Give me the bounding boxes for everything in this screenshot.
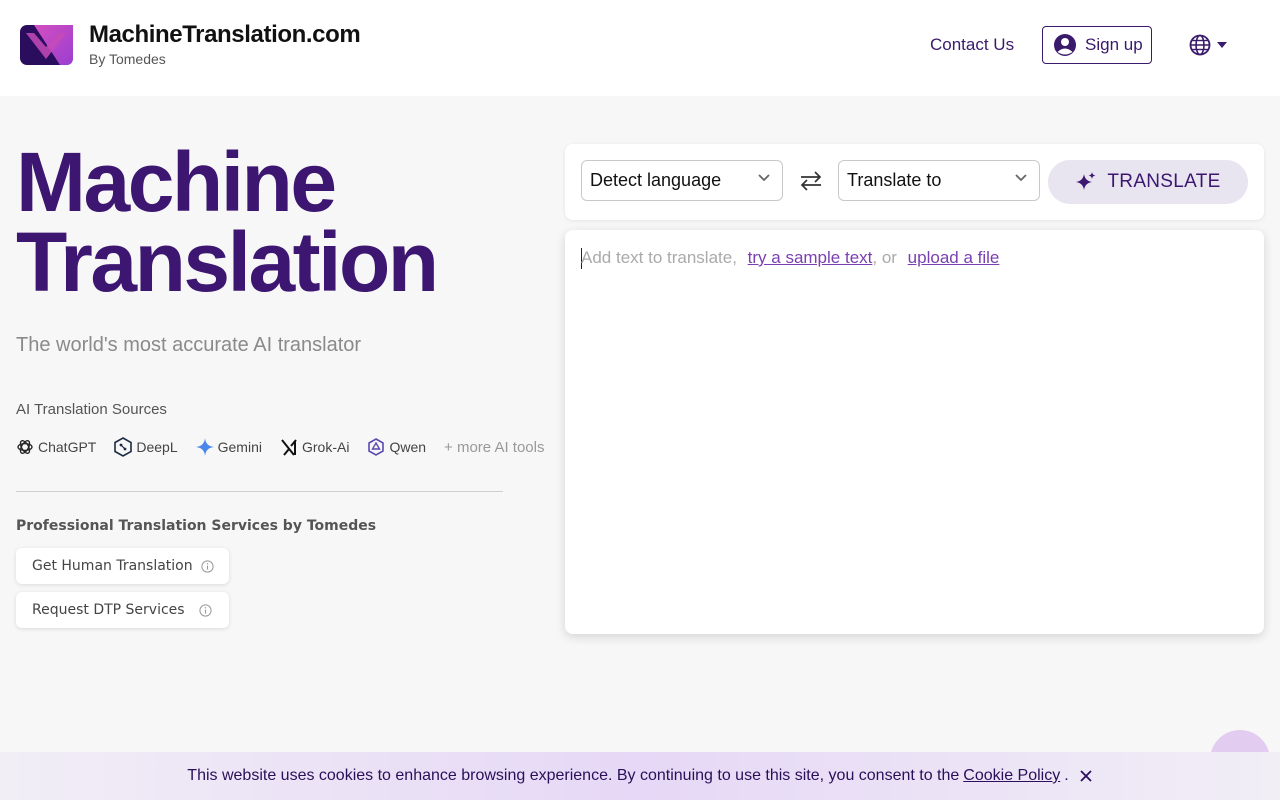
signup-button[interactable]: Sign up [1042, 26, 1152, 64]
source-label: Qwen [389, 439, 427, 455]
title-line-2: Translation [16, 215, 439, 309]
chevron-down-icon [758, 174, 770, 182]
gemini-icon [195, 438, 214, 456]
grok-icon [281, 439, 297, 456]
source-language-value: Detect language [590, 170, 722, 190]
source-label: Grok-Ai [301, 439, 350, 455]
get-human-translation-button[interactable]: Get Human Translation [16, 548, 229, 584]
contact-us-link[interactable]: Contact Us [930, 35, 1014, 55]
human-translation-label: Get Human Translation [32, 558, 193, 574]
info-icon[interactable] [201, 559, 214, 573]
cookie-banner: This website uses cookies to enhance bro… [0, 752, 1280, 800]
source-deepl: DeepL [114, 437, 178, 457]
or-text: , or [872, 248, 897, 267]
cookie-policy-link[interactable]: Cookie Policy [963, 767, 1060, 785]
source-grok: Grok-Ai [280, 438, 349, 456]
source-text-editor[interactable]: Add text to translate, try a sample text… [565, 230, 1264, 634]
machinetranslation-logo[interactable] [20, 25, 73, 65]
hero-subtitle: The world's most accurate AI translator [16, 334, 362, 356]
chevron-down-icon [1015, 174, 1027, 182]
section-divider [16, 491, 503, 492]
site-header: MachineTranslation.com By Tomedes Contac… [0, 0, 1280, 96]
ai-sources-label: AI Translation Sources [16, 401, 167, 418]
upload-file-link[interactable]: upload a file [908, 248, 1000, 267]
translate-button[interactable]: TRANSLATE [1048, 160, 1248, 204]
globe-icon [1189, 34, 1211, 56]
placeholder-text: Add text to translate, [581, 248, 737, 267]
brand-subtitle: By Tomedes [89, 51, 166, 67]
source-chatgpt: ChatGPT [16, 438, 96, 456]
source-label: Gemini [217, 439, 262, 455]
page-title: Machine Translation [16, 135, 536, 309]
qwen-icon [368, 438, 385, 456]
pro-services-label: Professional Translation Services by Tom… [16, 518, 377, 534]
target-language-value: Translate to [847, 170, 942, 190]
chatgpt-icon [17, 440, 33, 454]
request-dtp-services-button[interactable]: Request DTP Services [16, 592, 229, 628]
source-label: DeepL [136, 439, 178, 455]
cookie-message: This website uses cookies to enhance bro… [187, 767, 960, 784]
cookie-period: . [1064, 767, 1069, 784]
source-gemini: Gemini [195, 438, 262, 456]
dtp-services-label: Request DTP Services [32, 602, 185, 618]
swap-languages-icon[interactable] [798, 170, 824, 192]
deepl-icon [114, 437, 133, 457]
translation-toolbar: Detect language Translate to TRANSLATE [565, 144, 1264, 220]
more-ai-tools-link[interactable]: + more AI tools [444, 439, 544, 456]
title-line-1: Machine [16, 135, 337, 229]
close-cookie-banner-button[interactable] [1079, 769, 1093, 783]
ai-sources-list: ChatGPT DeepL Gemini Grok-Ai Qwen + more… [16, 436, 544, 458]
editor-placeholder: Add text to translate, try a sample text… [581, 248, 999, 268]
close-icon [1080, 770, 1092, 782]
info-icon[interactable] [198, 603, 212, 617]
caret-down-icon [1217, 42, 1227, 48]
translate-label: TRANSLATE [1107, 171, 1221, 192]
user-circle-icon [1054, 34, 1076, 56]
brand-name[interactable]: MachineTranslation.com [89, 21, 361, 49]
target-language-select[interactable]: Translate to [838, 160, 1040, 201]
signup-label: Sign up [1085, 35, 1143, 54]
language-switcher[interactable] [1189, 33, 1237, 57]
try-sample-text-link[interactable]: try a sample text [748, 248, 873, 267]
source-label: ChatGPT [38, 439, 97, 455]
source-qwen: Qwen [367, 438, 426, 456]
source-language-select[interactable]: Detect language [581, 160, 783, 201]
sparkle-icon [1076, 172, 1096, 190]
